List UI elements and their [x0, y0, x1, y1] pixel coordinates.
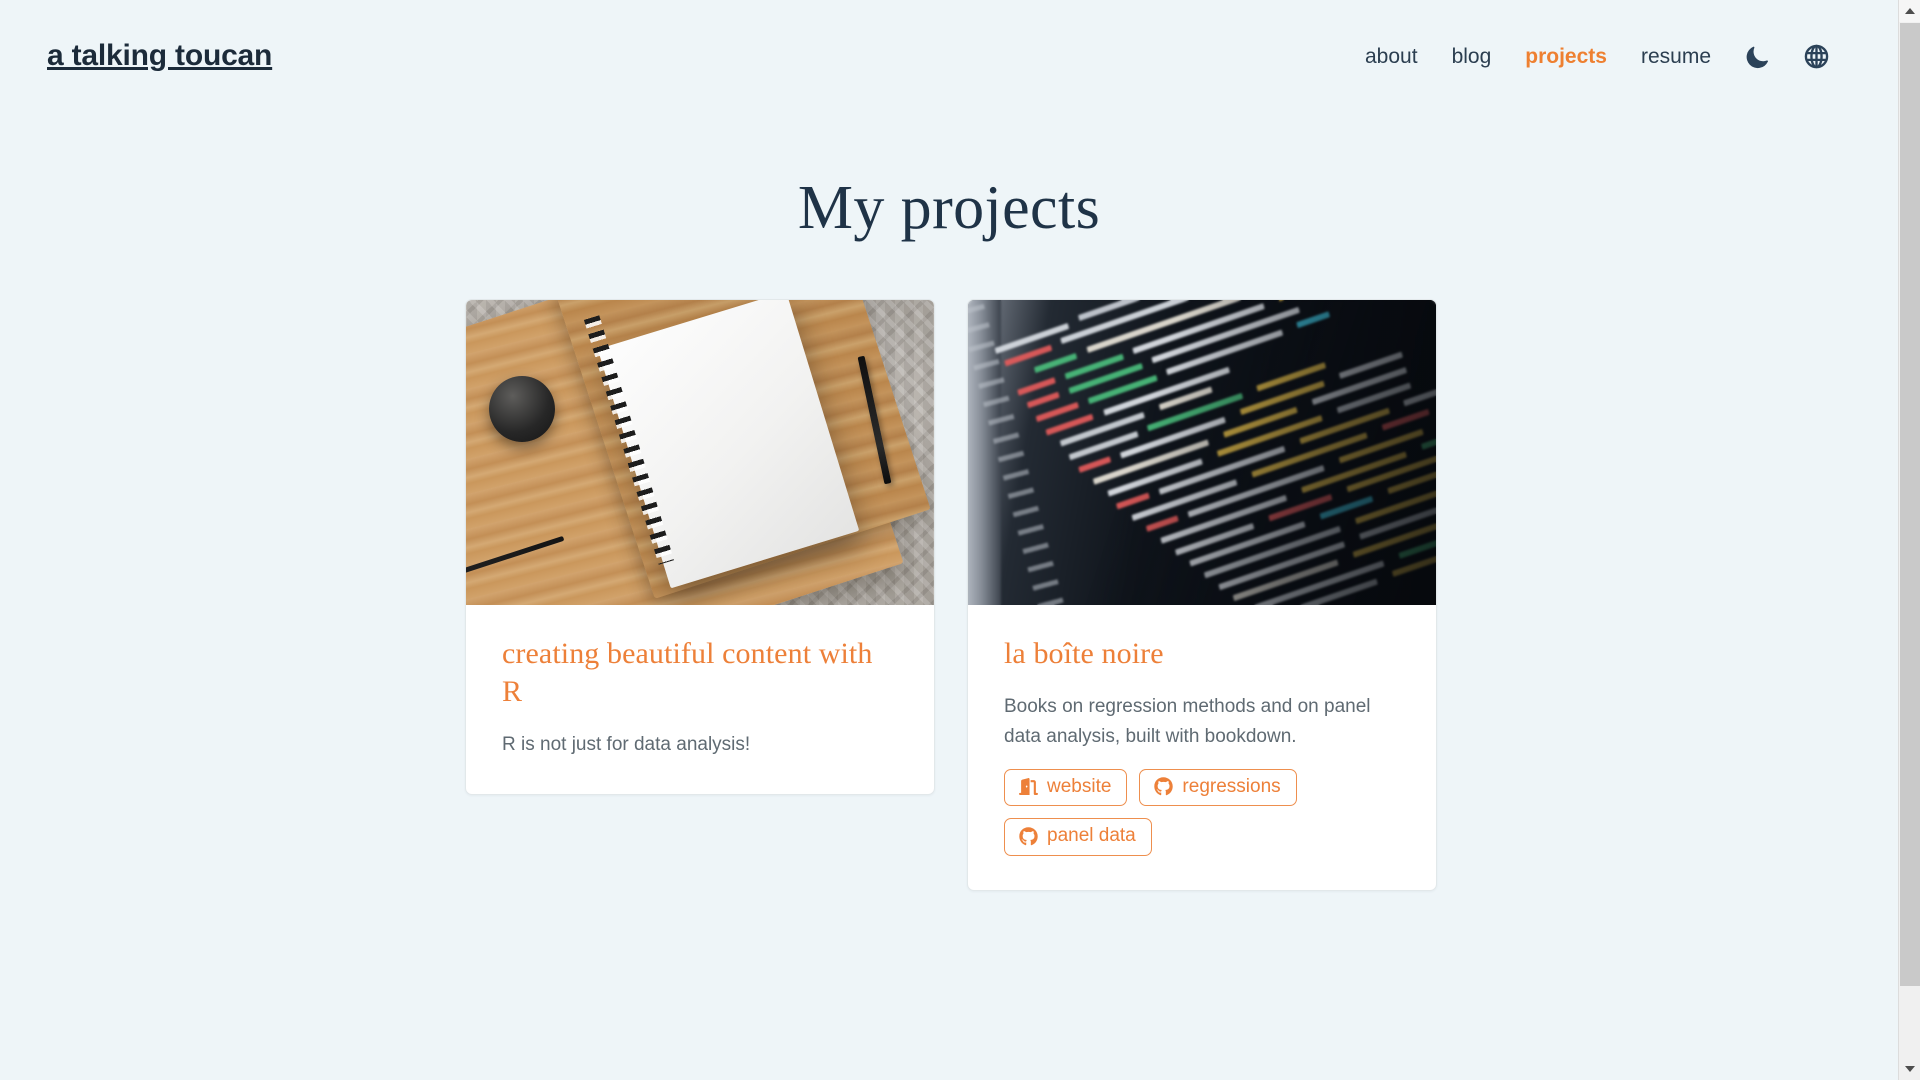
scroll-down-button[interactable] — [1899, 1058, 1920, 1080]
chevron-up-icon — [1904, 8, 1915, 14]
browser-viewport: a talking toucan about blog projects res… — [0, 0, 1920, 1080]
nav-link-projects[interactable]: projects — [1508, 46, 1624, 67]
photo-code — [968, 300, 1436, 606]
site-header: a talking toucan about blog projects res… — [0, 0, 1898, 86]
page-title: My projects — [797, 174, 1101, 242]
project-title[interactable]: la boîte noire — [1004, 635, 1400, 673]
page-content: a talking toucan about blog projects res… — [0, 0, 1898, 1080]
main-content: My projects creating beautiful content w… — [0, 174, 1898, 892]
project-thumbnail-code[interactable] — [968, 300, 1436, 606]
nav-link-about[interactable]: about — [1348, 46, 1435, 67]
nav-link-resume[interactable]: resume — [1624, 46, 1728, 67]
photo-depth-blur — [968, 300, 1436, 606]
vertical-scrollbar[interactable] — [1898, 0, 1920, 1080]
photo-notebook — [466, 300, 934, 606]
project-card[interactable]: la boîte noire Books on regression metho… — [967, 299, 1437, 892]
github-icon — [1154, 777, 1174, 796]
project-tag-website[interactable]: website — [1004, 768, 1128, 807]
site-title[interactable]: a talking toucan — [47, 39, 272, 73]
project-link-tags: website regressions panel data — [1004, 768, 1334, 857]
project-tag-label: panel data — [1047, 825, 1136, 847]
project-description: Books on regression methods and on panel… — [1004, 696, 1371, 747]
project-tag-regressions[interactable]: regressions — [1139, 768, 1297, 807]
project-title[interactable]: creating beautiful content with R — [502, 635, 898, 711]
chevron-down-icon — [1904, 1066, 1915, 1072]
project-card-grid: creating beautiful content with R R is n… — [0, 299, 1898, 892]
project-tag-label: regressions — [1182, 775, 1281, 797]
project-description: R is not just for data analysis! — [502, 734, 751, 756]
moon-icon[interactable] — [1728, 43, 1787, 70]
globe-icon[interactable] — [1787, 43, 1846, 70]
project-card[interactable]: creating beautiful content with R R is n… — [465, 299, 935, 795]
nav-link-blog[interactable]: blog — [1435, 46, 1509, 67]
github-icon — [1019, 827, 1038, 846]
project-tag-panel-data[interactable]: panel data — [1004, 818, 1152, 857]
project-card-body: creating beautiful content with R R is n… — [466, 605, 934, 794]
door-open-icon — [1019, 777, 1038, 796]
main-navigation: about blog projects resume — [1348, 43, 1846, 70]
scroll-up-button[interactable] — [1899, 0, 1920, 22]
project-card-body: la boîte noire Books on regression metho… — [968, 605, 1436, 890]
project-thumbnail-notebook[interactable] — [466, 300, 934, 606]
project-tag-label: website — [1047, 775, 1112, 797]
scrollbar-thumb[interactable] — [1900, 23, 1920, 986]
